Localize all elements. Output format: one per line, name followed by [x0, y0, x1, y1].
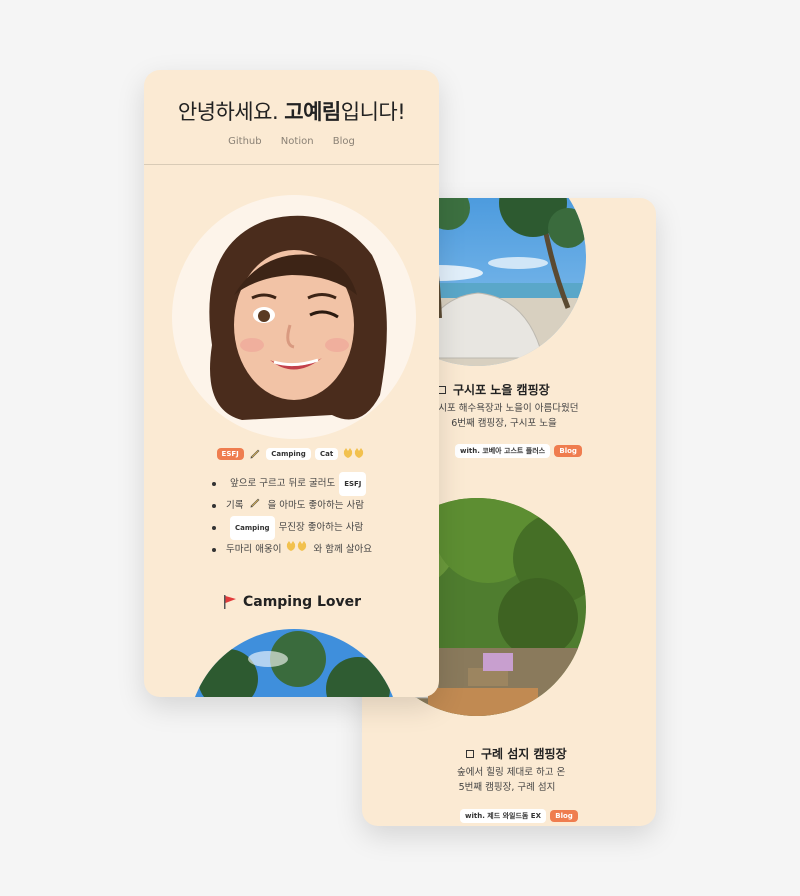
camp-title: 구시포 노을 캠핑장: [438, 381, 656, 398]
square-bullet-icon: [438, 385, 446, 394]
cat-badge: Cat: [315, 448, 339, 460]
section-title-text: Camping Lover: [242, 594, 362, 610]
camp-title-text: 구례 섬지 캠핑장: [481, 747, 567, 761]
bullet-icon: [212, 526, 216, 530]
profile-name: 고예림: [284, 100, 341, 124]
page-title: 안녕하세요. 고예림입니다!: [144, 96, 439, 126]
bullet-icon: [212, 504, 216, 508]
camp-tags: with. 제드 와일드돔 EX Blog: [459, 809, 656, 823]
camp-description-line: 5번째 캠핑장, 구례 섬지: [458, 782, 556, 793]
bio-tag: ESFJ: [339, 472, 367, 496]
camp-description-line: 6번째 캠핑장, 구시포 노을: [451, 418, 557, 429]
bio-tag: Camping: [230, 516, 275, 540]
greeting-suffix: 입니다!: [340, 100, 406, 124]
list-item: 앞으로 구르고 뒤로 굴러도 ESFJ: [212, 472, 372, 496]
bio-text: 무진장 좋아하는 사람: [278, 522, 364, 533]
section-title: Camping Lover: [144, 594, 439, 610]
camp-title-text: 구시포 노을 캠핑장: [453, 383, 550, 397]
camp-title: 구례 섬지 캠핑장: [466, 745, 656, 762]
bio-text: 두마리 애옹이: [226, 544, 282, 555]
divider: [144, 164, 439, 165]
avatar: [172, 195, 416, 439]
camp-tags: with. 코베아 고스트 플러스 Blog: [454, 444, 654, 458]
list-item: 두마리 애옹이 와 함께 살아요: [212, 540, 372, 560]
camp-description: 구시포 해수욕장과 노을이 아름다웠던 6번째 캠핑장, 구시포 노을: [424, 401, 584, 431]
cat-faces-icon: [286, 540, 308, 560]
camp-photo-preview: [188, 629, 400, 697]
camp-description-line: 구시포 해수욕장과 노을이 아름다웠던: [429, 403, 579, 414]
badge-row: ESFJ Camping Cat: [144, 447, 439, 461]
cat-faces-icon: [343, 447, 365, 461]
camp-description-line: 숲에서 힐링 제대로 하고 온: [457, 767, 566, 778]
square-bullet-icon: [466, 749, 474, 758]
profile-card: 안녕하세요. 고예림입니다! Github Notion Blog ESFJ C…: [144, 70, 439, 697]
blog-link[interactable]: Blog: [550, 810, 578, 822]
nav-notion-link[interactable]: Notion: [281, 136, 314, 147]
nav-links: Github Notion Blog: [144, 136, 439, 147]
bio-list: 앞으로 구르고 뒤로 굴러도 ESFJ 기록 을 아마도 좋아하는 사람 Cam…: [212, 472, 372, 560]
gear-tag: with. 제드 와일드돔 EX: [460, 809, 546, 823]
bullet-icon: [212, 548, 216, 552]
nav-blog-link[interactable]: Blog: [333, 136, 355, 147]
list-item: Camping 무진장 좋아하는 사람: [212, 516, 372, 540]
bullet-icon: [212, 482, 216, 486]
list-item: 기록 을 아마도 좋아하는 사람: [212, 496, 372, 516]
bio-text: 을 아마도 좋아하는 사람: [267, 500, 364, 511]
blog-link[interactable]: Blog: [554, 445, 582, 457]
camping-badge: Camping: [266, 448, 311, 460]
bio-text: 앞으로 구르고 뒤로 굴러도: [230, 478, 336, 489]
nav-github-link[interactable]: Github: [228, 136, 261, 147]
greeting-prefix: 안녕하세요.: [177, 100, 285, 124]
bio-text: 기록: [226, 500, 244, 511]
gear-tag: with. 코베아 고스트 플러스: [455, 444, 551, 458]
red-flag-icon: [222, 594, 238, 610]
mbti-badge: ESFJ: [216, 448, 244, 460]
pencil-icon: [249, 496, 261, 516]
pencil-icon: [249, 447, 261, 461]
camp-description: 숲에서 힐링 제대로 하고 온 5번째 캠핑장, 구례 섬지: [457, 765, 566, 795]
bio-text: 와 함께 살아요: [313, 544, 372, 555]
